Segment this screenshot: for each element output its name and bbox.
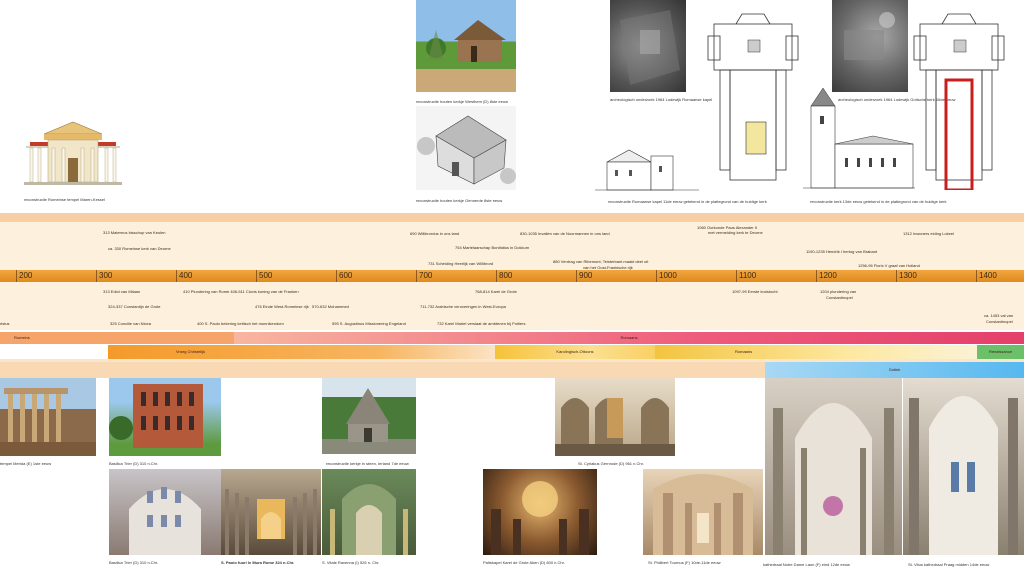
- period-vroeg-christelijk: Vroeg Christelijk: [108, 345, 495, 359]
- period-romaans: Romaans: [655, 345, 977, 359]
- lower-event-15: 595 S. Augustinus Missionering Engeland: [332, 321, 406, 326]
- tick-1100: 1100: [736, 270, 756, 282]
- period-renaissance: Renaissance: [977, 345, 1024, 359]
- upper-event-5: 830-1035 Invallen van de Noormannen in o…: [520, 231, 610, 236]
- lower-event-9: Constantinopel: [826, 295, 853, 300]
- lower-event-7: 1097-99 Eerste kruistocht: [732, 289, 778, 294]
- stone-church-ireland-photo: [322, 378, 416, 454]
- caption-house2: reconstructie houten kerkje Gennerde 8st…: [416, 198, 503, 203]
- lower-event-2: 410 Plundering van Rome 406-511 Clovis k…: [183, 289, 299, 294]
- lower-event-8: 1204 plundering van: [820, 289, 857, 294]
- romanesque-chapel-elevation: [595, 149, 699, 191]
- lower-event-3: 476 Einde West-Romeinse rijk: [255, 304, 309, 309]
- upper-event-3: 754 Martelaarschap Bonifatius in Dokkum: [455, 245, 530, 250]
- upper-event-11: 1256-96 Floris V graaf van Holland: [858, 263, 920, 268]
- st-vitus-prague-interior-photo: [903, 378, 1024, 555]
- caption-house1: reconstructie houten kerkje Westhem (D) …: [416, 99, 508, 104]
- laon-cathedral-interior-photo: [765, 378, 902, 555]
- lower-event-13: 325 Concilie van Nicea: [110, 321, 151, 326]
- upper-event-1: ca. 330 Romeinse kerk van Deurne: [108, 246, 171, 251]
- lower-event-16: 732 Karel Martel verslaat de ambtenen bi…: [437, 321, 526, 326]
- period-romeins: Romeins: [0, 332, 234, 344]
- tick-200: 200: [16, 270, 32, 282]
- lower-event-5: 768-814 Karel de Grote: [475, 289, 517, 294]
- upper-event-4: 731 Scheiding Heerlijk van Willibrord: [428, 261, 494, 266]
- upper-events-band-top: [0, 213, 1024, 222]
- lower-event-10: ca. 1453 val van: [984, 313, 1014, 318]
- tick-800: 800: [496, 270, 512, 282]
- tick-1200: 1200: [816, 270, 837, 282]
- floor-plan-2: [913, 13, 1005, 190]
- caption-laon: kathedraal Notre Dame Laon (F) eind 12de…: [763, 562, 850, 567]
- caption-prague: St. Vitus kathedraal Praag midden 14de e…: [908, 562, 990, 567]
- upper-event-2: 690 Willibrordus in ons land: [410, 231, 460, 236]
- san-vitale-interior-photo: [322, 469, 416, 555]
- excavation-photo-2: [832, 0, 908, 92]
- tournus-interior-photo: [643, 469, 763, 555]
- lower-event-11: Constantinopel: [986, 319, 1013, 324]
- upper-event-10: 1190-1235 Hendrik I hertog van Brabant: [806, 249, 878, 254]
- lower-event-6: 711-732 Arabische veroveringen in West-E…: [420, 304, 506, 309]
- upper-event-0: 313 Maternus bisschop van Keulen: [103, 230, 166, 235]
- caption-tournus: St. Philibert Tournus (F) 10de-11de eeuw: [648, 560, 721, 565]
- tick-900: 900: [576, 270, 592, 282]
- tick-300: 300: [96, 270, 112, 282]
- caption-aachen: Paltskapel Karel de Grote Aken (D) 800 n…: [483, 560, 565, 565]
- lower-event-12: ristus: [0, 321, 10, 326]
- tick-700: 700: [416, 270, 432, 282]
- aachen-palatine-chapel-photo: [483, 469, 597, 555]
- caption-trier2: Basilica Trier (D) 310 n.Chr.: [109, 560, 159, 565]
- floor-plan-1: [707, 13, 799, 181]
- merida-temple-photo: [0, 378, 96, 456]
- caption-chapel: reconstructie Romaanse kapel 11de eeuw g…: [608, 199, 767, 204]
- period-romaans-main: Romaans: [234, 332, 1024, 344]
- tick-1300: 1300: [896, 270, 917, 282]
- period-gotiek: Gotiek: [765, 362, 1024, 378]
- wooden-church-sketch: [416, 106, 516, 190]
- tick-600: 600: [336, 270, 352, 282]
- upper-event-9: met vermelding kerk te Deurne: [708, 230, 763, 235]
- caption-trier1: Basilica Trier (D) 310 n.Chr.: [109, 461, 159, 466]
- caption-temple: reconstructie Romeinse tempel Maren-Kess…: [24, 197, 105, 202]
- caption-merida: tempel Merida (E) 1ste eeuw: [0, 461, 52, 466]
- wooden-church-reconstruction-photo: [416, 0, 516, 92]
- caption-church: reconstructie kerk 13de eeuw getekend in…: [810, 199, 947, 204]
- caption-excav1: archeologisch onderzoek 1964 Lodewijk Ro…: [610, 97, 713, 102]
- tick-400: 400: [176, 270, 192, 282]
- tick-1400: 1400: [976, 270, 997, 282]
- lower-event-14: 400 S. Paulo bekering keltisch het monni…: [197, 321, 284, 326]
- caption-paolo: S. Paolo fuori le Mura Rome 324 n.Chr.: [221, 560, 295, 565]
- caption-gernrode: St. Cyriakus Gernrode (D) 961 n.Chr.: [578, 461, 644, 466]
- gernrode-interior-photo: [555, 378, 675, 456]
- basilica-trier-interior-photo: [109, 469, 221, 555]
- period-karolingisch-ottoons: Karolingisch-Ottoons: [495, 345, 655, 359]
- basilica-trier-exterior-photo: [109, 378, 221, 456]
- gothic-church-elevation: [803, 87, 915, 189]
- lower-event-1: 324-337 Constantijn de Grote: [108, 304, 161, 309]
- lower-event-0: 313 Edict van Milaan: [103, 289, 141, 294]
- roman-temple-drawing: [24, 121, 122, 185]
- excavation-photo-1: [610, 0, 686, 92]
- lower-event-4: 570-632 Mohammed: [312, 304, 349, 309]
- san-paolo-interior-photo: [221, 469, 321, 555]
- tick-500: 500: [256, 270, 272, 282]
- upper-event-6: 880 Verdrag van Ribemont, Teisterbant ma…: [553, 259, 649, 264]
- tick-1000: 1000: [656, 270, 677, 282]
- upper-event-12: 1312 Inwoners eiding Lokeel: [903, 231, 954, 236]
- caption-stonehut: reconstructie kerkje in steen, Ierland 7…: [326, 461, 409, 466]
- caption-vitale: S. Vitale Ravenna (I) 526 n. Chr.: [322, 560, 380, 565]
